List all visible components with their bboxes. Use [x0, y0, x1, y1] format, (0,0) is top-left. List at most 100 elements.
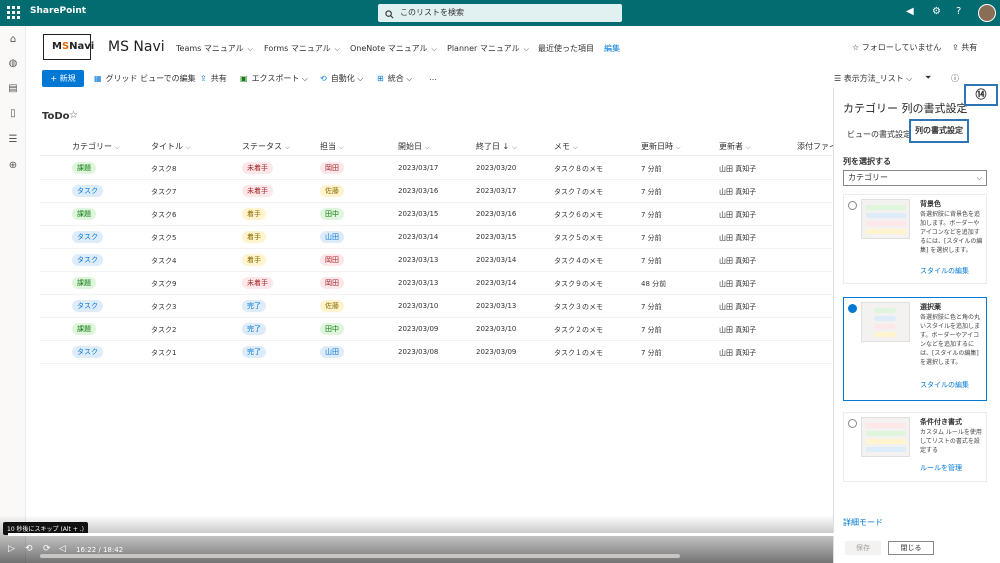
memo-cell: タスク２のメモ — [554, 326, 603, 334]
tab-column-format[interactable]: 列の書式設定 — [909, 119, 969, 143]
column-select[interactable]: カテゴリー ⌵ — [843, 170, 987, 186]
title-cell[interactable]: タスク8 — [151, 164, 176, 174]
edit-nav-link[interactable]: 編集 — [604, 43, 620, 54]
help-icon[interactable]: ? — [956, 6, 961, 17]
favorite-star-icon[interactable]: ☆ — [69, 110, 78, 121]
title-cell[interactable]: タスク6 — [151, 210, 176, 220]
video-progress-bar[interactable] — [8, 530, 992, 538]
col-header-start[interactable]: 開始日 ⌵ — [398, 141, 430, 152]
megaphone-icon[interactable]: ◀ — [906, 6, 914, 17]
save-button[interactable]: 保存 — [845, 541, 881, 555]
video-progress-fill — [8, 533, 869, 536]
title-cell[interactable]: タスク2 — [151, 325, 176, 335]
radio-background[interactable] — [848, 201, 857, 210]
col-header-status[interactable]: ステータス ⌵ — [242, 141, 290, 152]
info-icon[interactable]: ⓘ — [951, 73, 959, 84]
rewind-10-icon[interactable]: ⟲ — [25, 544, 33, 554]
modified-cell: 7 分前 — [641, 211, 662, 219]
advanced-mode-link[interactable]: 詳細モード — [843, 517, 883, 528]
search-box[interactable]: このリストを検索 — [378, 4, 622, 22]
share-button[interactable]: ⇪ 共有 — [200, 73, 227, 84]
owner-pill: 田中 — [320, 208, 344, 220]
col-header-title[interactable]: タイトル ⌵ — [151, 141, 191, 152]
site-share-button[interactable]: ⇪ 共有 — [952, 42, 977, 53]
view-selector[interactable]: ☰ 表示方法_リスト ⌵ — [834, 73, 912, 84]
table-row[interactable]: タスク タスク4 着手 岡田 2023/03/13 2023/03/14 タスク４のメモ 7 … — [40, 249, 832, 272]
col-header-memo[interactable]: メモ ⌵ — [554, 141, 578, 152]
filter-icon[interactable]: ⏷ — [925, 73, 931, 83]
chevron-down-icon: ⌵ — [334, 45, 340, 53]
create-icon[interactable]: ⊕ — [7, 160, 19, 172]
nav-teams[interactable]: Teams マニュアル ⌵ — [176, 43, 253, 54]
col-header-end[interactable]: 終了日 ↓ ⌵ — [476, 141, 517, 152]
edit-style-link[interactable]: スタイルの編集 — [920, 380, 969, 390]
horizontal-scrollbar[interactable] — [40, 554, 680, 558]
col-header-modified[interactable]: 更新日時 ⌵ — [641, 141, 681, 152]
table-row[interactable]: 課題 タスク6 着手 田中 2023/03/15 2023/03/16 タスク６のメモ 7 分… — [40, 203, 832, 226]
avatar[interactable] — [978, 4, 996, 22]
manage-rules-link[interactable]: ルールを管理 — [920, 463, 962, 473]
col-header-owner[interactable]: 担当 ⌵ — [320, 141, 344, 152]
table-row[interactable]: タスク タスク5 着手 山田 2023/03/14 2023/03/15 タスク５のメモ 7 … — [40, 226, 832, 249]
video-progress-handle[interactable] — [864, 530, 873, 538]
forward-10-icon[interactable]: ⟳ — [43, 544, 51, 554]
table-row[interactable]: 課題 タスク2 完了 田中 2023/03/09 2023/03/10 タスク２のメモ 7 分… — [40, 318, 832, 341]
site-logo[interactable]: MSNavi — [43, 34, 94, 60]
table-row[interactable]: タスク タスク3 完了 佐藤 2023/03/10 2023/03/13 タスク３のメモ 7 … — [40, 295, 832, 318]
table-row[interactable]: 課題 タスク8 未着手 岡田 2023/03/17 2023/03/20 タスク８のメモ 7 … — [40, 157, 832, 180]
more-button[interactable]: … — [429, 73, 437, 82]
select-column-label: 列を選択する — [843, 157, 891, 166]
title-cell[interactable]: タスク1 — [151, 348, 176, 358]
category-pill: タスク — [72, 231, 103, 243]
automate-button[interactable]: ⟲ 自動化 ⌵ — [320, 73, 363, 84]
format-card-background[interactable]: 背景色 各選択肢に背景色を追加します。ボーダーやアイコンなどを追加するには、[ス… — [843, 194, 987, 284]
settings-icon[interactable]: ⚙ — [932, 6, 941, 17]
table-row[interactable]: 課題 タスク9 未着手 岡田 2023/03/13 2023/03/14 タスク９のメモ 48… — [40, 272, 832, 295]
nav-onenote[interactable]: OneNote マニュアル ⌵ — [350, 43, 437, 54]
table-row[interactable]: タスク タスク7 未着手 佐藤 2023/03/16 2023/03/17 タスク７のメモ 7… — [40, 180, 832, 203]
close-button[interactable]: 閉じる — [888, 541, 934, 555]
title-cell[interactable]: タスク7 — [151, 187, 176, 197]
edit-style-link[interactable]: スタイルの編集 — [920, 266, 969, 276]
format-card-pill[interactable]: 選択薬 各選択肢に色と角の丸いスタイルを追加します。ボーダーやアイコンなどを追加… — [843, 297, 987, 401]
category-pill: 課題 — [72, 208, 96, 220]
chevron-down-icon: ⌵ — [523, 45, 529, 53]
file-icon[interactable]: ▯ — [7, 108, 19, 120]
col-header-category[interactable]: カテゴリー ⌵ — [72, 141, 120, 152]
play-icon[interactable]: ▷ — [8, 544, 15, 554]
nav-recent[interactable]: 最近使った項目 — [538, 43, 594, 54]
title-cell[interactable]: タスク3 — [151, 302, 176, 312]
format-card-conditional[interactable]: 条件付き書式 カスタム ルールを使用してリストの書式を設定する ルールを管理 — [843, 412, 987, 482]
site-title[interactable]: MS Navi — [108, 39, 165, 55]
radio-pill[interactable] — [848, 304, 857, 313]
radio-conditional[interactable] — [848, 419, 857, 428]
nav-planner[interactable]: Planner マニュアル ⌵ — [447, 43, 529, 54]
news-icon[interactable]: ▤ — [7, 83, 19, 95]
lists-icon[interactable]: ☰ — [7, 134, 19, 146]
col-header-editor[interactable]: 更新者 ⌵ — [719, 141, 751, 152]
grid-edit-button[interactable]: ▦ グリッド ビューでの編集 — [94, 73, 196, 84]
nav-forms[interactable]: Forms マニュアル ⌵ — [264, 43, 340, 54]
globe-icon[interactable]: ◍ — [7, 58, 19, 70]
col-header-attachments[interactable]: 添付ファイ — [797, 141, 837, 152]
follow-button[interactable]: ☆ フォローしていません — [852, 42, 941, 53]
app-name[interactable]: SharePoint — [30, 6, 86, 16]
editor-cell: 山田 真知子 — [719, 326, 757, 334]
title-cell[interactable]: タスク9 — [151, 279, 176, 289]
excel-icon: ▣ — [240, 74, 248, 83]
export-button[interactable]: ▣ エクスポート ⌵ — [240, 73, 308, 84]
playback-speed[interactable]: 1x — [950, 546, 959, 554]
home-icon[interactable]: ⌂ — [7, 34, 19, 46]
start-date-cell: 2023/03/10 — [398, 302, 439, 310]
volume-icon[interactable]: ◁ — [59, 544, 66, 554]
title-cell[interactable]: タスク5 — [151, 233, 176, 243]
fullscreen-icon[interactable]: ⤢ — [984, 544, 991, 554]
title-cell[interactable]: タスク4 — [151, 256, 176, 266]
tab-view-format[interactable]: ビューの書式設定 — [847, 129, 911, 140]
new-button[interactable]: + 新規 — [42, 70, 84, 87]
video-settings-icon[interactable]: ⚙ — [966, 544, 974, 554]
table-row[interactable]: タスク タスク1 完了 山田 2023/03/08 2023/03/09 タスク１のメモ 7 … — [40, 341, 832, 364]
preview-thumbnail — [861, 417, 910, 457]
app-launcher-icon[interactable] — [7, 6, 20, 19]
integrate-button[interactable]: ⊞ 統合 ⌵ — [377, 73, 412, 84]
